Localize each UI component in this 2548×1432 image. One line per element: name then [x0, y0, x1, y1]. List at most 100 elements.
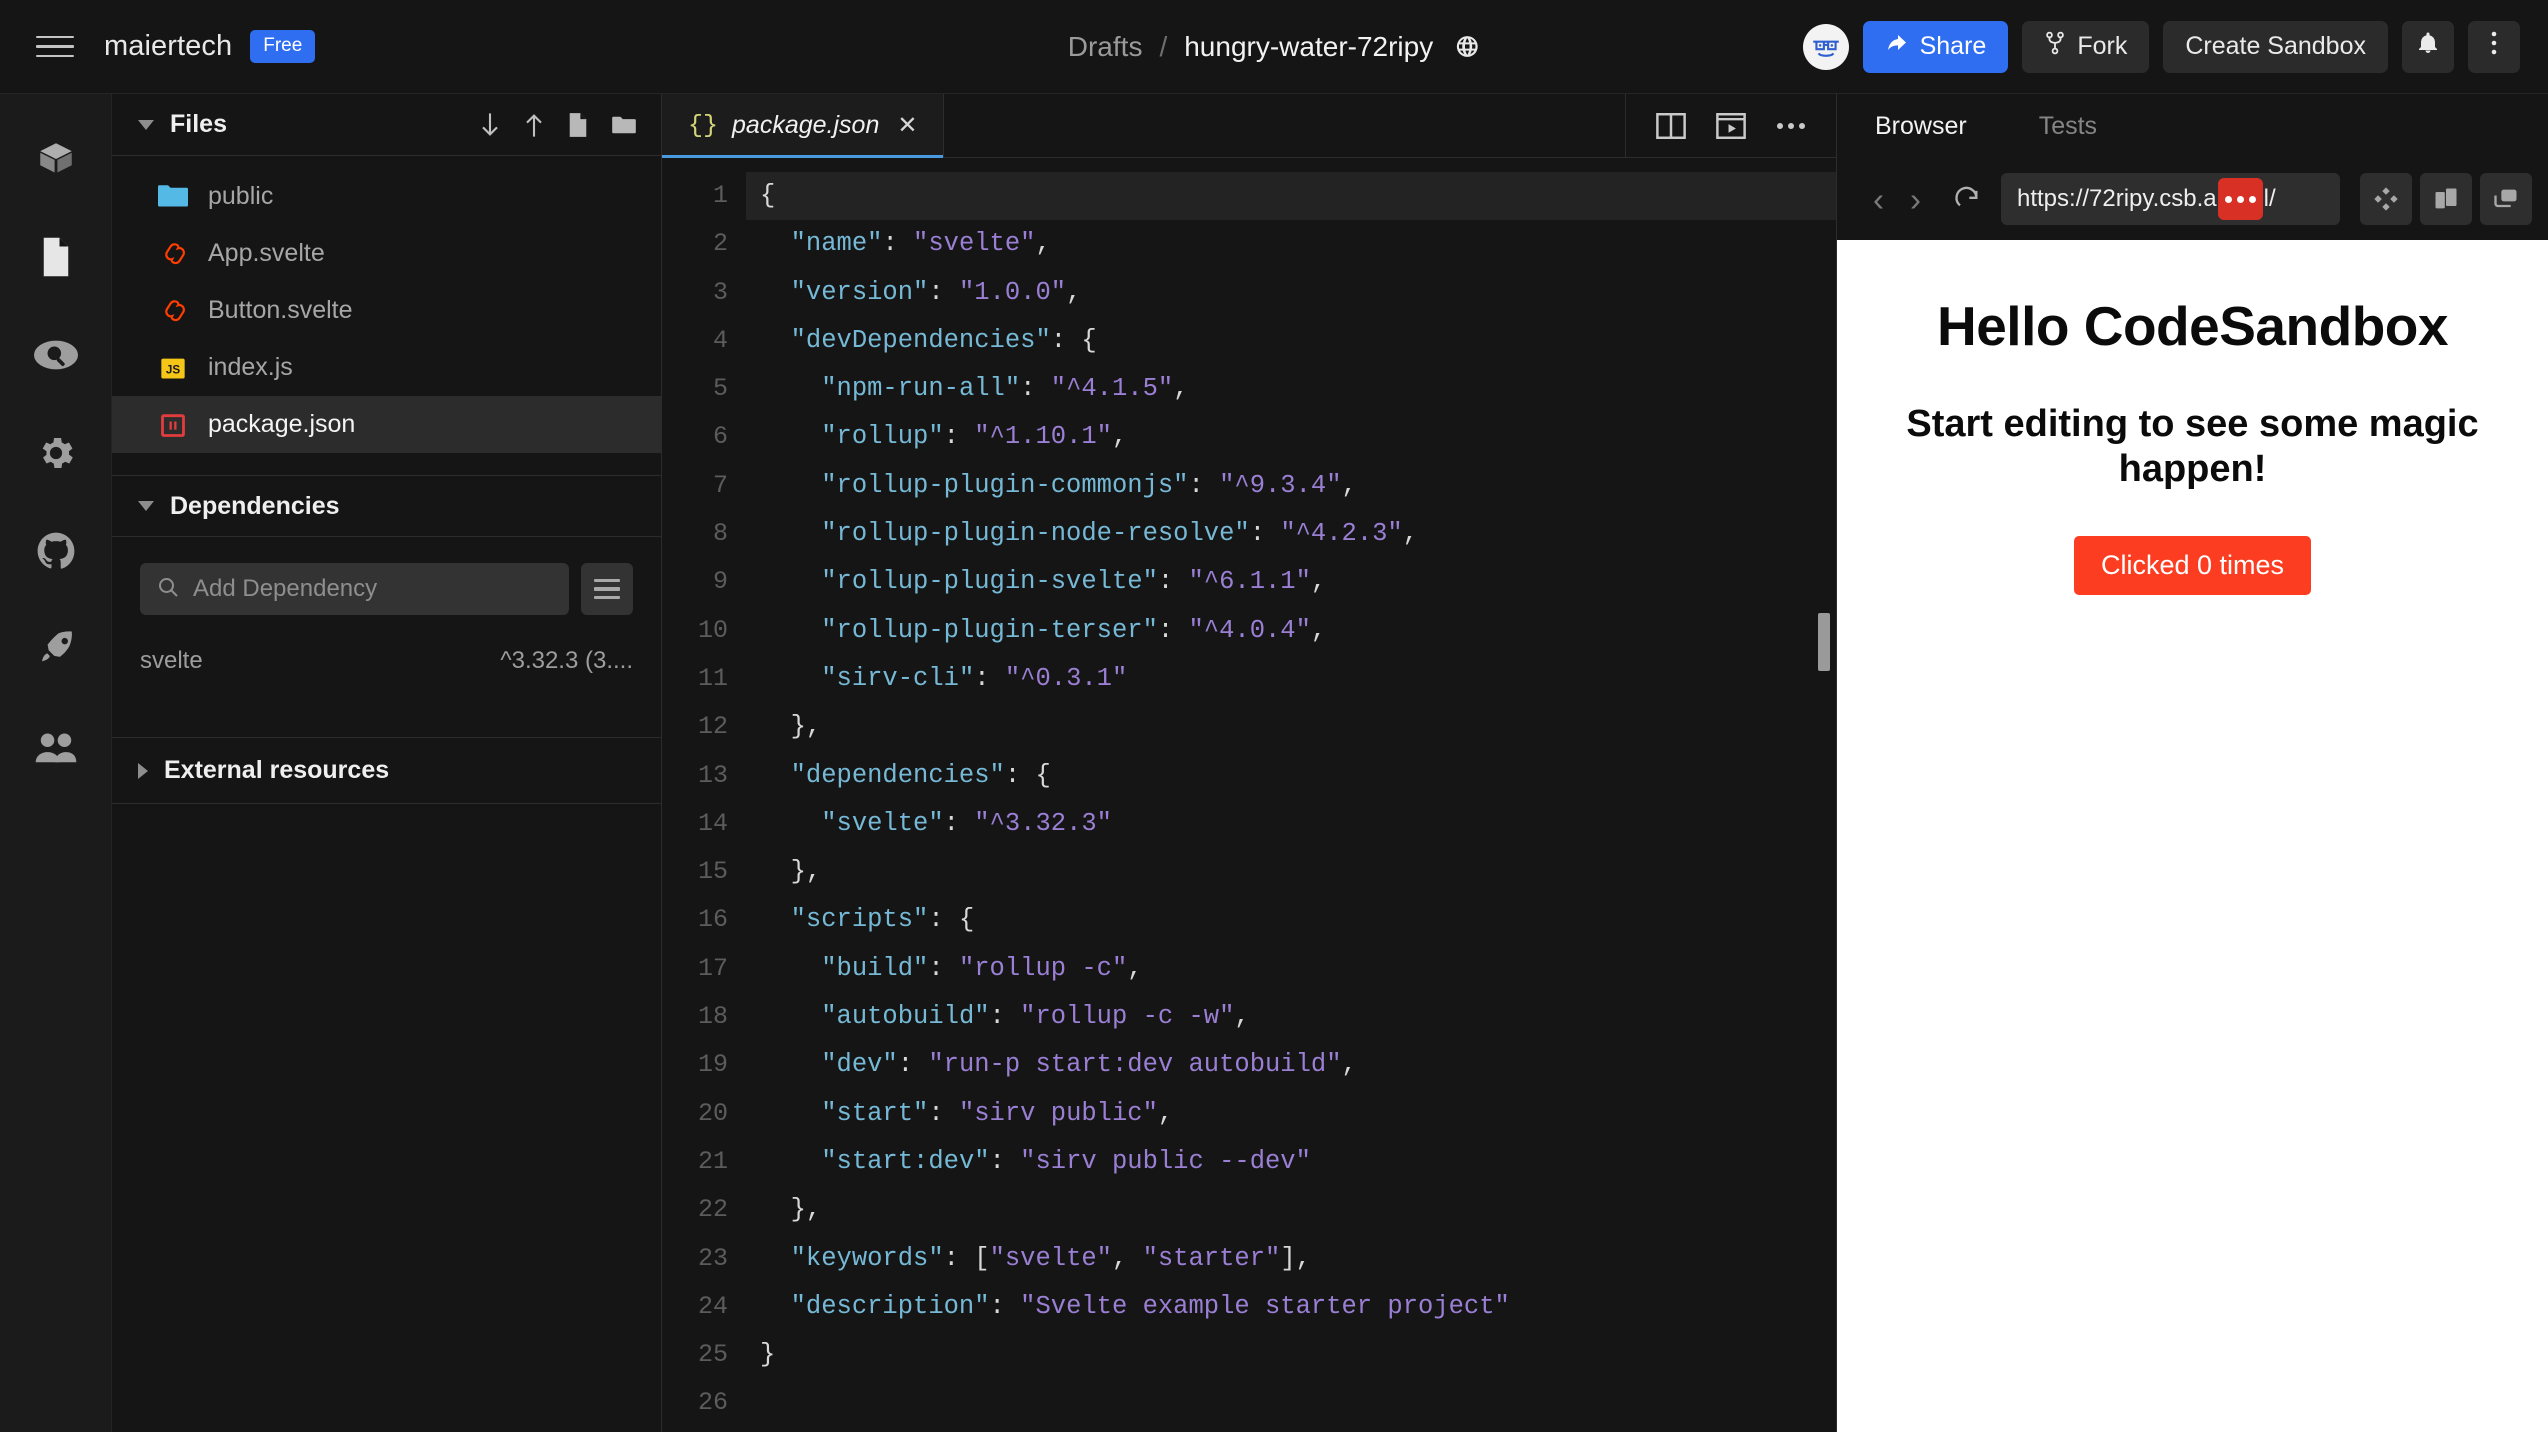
- tab-tests[interactable]: Tests: [2039, 112, 2097, 141]
- code-token-punc: :: [989, 1002, 1021, 1032]
- code-line[interactable]: },: [746, 703, 1836, 751]
- code-line[interactable]: "start:dev": "sirv public --dev": [746, 1138, 1836, 1186]
- arrow-up-icon[interactable]: [523, 111, 545, 139]
- add-dependency-field[interactable]: [140, 563, 569, 615]
- line-number: 4: [712, 325, 728, 355]
- code-line[interactable]: "npm-run-all": "^4.1.5",: [746, 365, 1836, 413]
- rail-item-explorer[interactable]: [33, 138, 79, 184]
- code-token-str: "run-p start:dev autobuild": [928, 1050, 1342, 1080]
- code-line[interactable]: [746, 1379, 1836, 1427]
- close-icon[interactable]: ✕: [897, 113, 917, 138]
- more-vertical-icon: [2490, 29, 2498, 64]
- dependency-item[interactable]: svelte ^3.32.3 (3....: [140, 647, 633, 703]
- code-line[interactable]: "devDependencies": {: [746, 317, 1836, 365]
- code-line[interactable]: "dependencies": {: [746, 752, 1836, 800]
- clicked-counter-button[interactable]: Clicked 0 times: [2073, 535, 2312, 595]
- new-window-icon[interactable]: [2420, 173, 2472, 225]
- code-line[interactable]: "description": "Svelte example starter p…: [746, 1283, 1836, 1331]
- code-line[interactable]: "rollup-plugin-terser": "^4.0.4",: [746, 607, 1836, 655]
- file-name: App.svelte: [208, 239, 325, 267]
- preview-iframe[interactable]: Hello CodeSandbox Start editing to see s…: [1837, 240, 2548, 1432]
- create-sandbox-button[interactable]: Create Sandbox: [2163, 20, 2388, 73]
- code-line[interactable]: {: [746, 172, 1836, 221]
- code-line[interactable]: },: [746, 1186, 1836, 1234]
- notifications-button[interactable]: [2402, 20, 2454, 73]
- code-line[interactable]: "build": "rollup -c",: [746, 945, 1836, 993]
- code-line[interactable]: "autobuild": "rollup -c -w",: [746, 993, 1836, 1041]
- team-name[interactable]: maiertech: [104, 30, 232, 63]
- code-line[interactable]: "svelte": "^3.32.3": [746, 800, 1836, 848]
- line-number: 16: [697, 905, 728, 935]
- rail-item-search[interactable]: [33, 334, 79, 380]
- code-line[interactable]: "rollup-plugin-node-resolve": "^4.2.3",: [746, 510, 1836, 558]
- fork-button[interactable]: Fork: [2022, 20, 2150, 73]
- file-row-app-svelte[interactable]: App.svelte: [112, 225, 661, 282]
- file-row-index-js[interactable]: JS index.js: [112, 339, 661, 396]
- code-token-punc: ,: [1035, 229, 1051, 259]
- more-options-button[interactable]: [2468, 20, 2520, 73]
- rail-item-settings[interactable]: [33, 432, 79, 478]
- rail-item-github[interactable]: [33, 530, 79, 576]
- rail-item-deploy[interactable]: [33, 628, 79, 674]
- line-number: 6: [712, 422, 728, 452]
- hamburger-icon[interactable]: [36, 32, 74, 62]
- code-token-str: "sirv public": [958, 1098, 1158, 1128]
- editor-scrollbar-thumb[interactable]: [1818, 613, 1830, 671]
- line-number: 21: [697, 1146, 728, 1176]
- share-button[interactable]: Share: [1862, 20, 2009, 73]
- code-line[interactable]: },: [746, 848, 1836, 896]
- tab-browser[interactable]: Browser: [1875, 112, 1967, 141]
- new-folder-icon[interactable]: [611, 114, 637, 136]
- copy-window-icon[interactable]: [2480, 173, 2532, 225]
- code-area[interactable]: 1 2 3 4 5 6 7 8 9 10 11 12 13 14 15 16 17 18 19 20 21 22 23 24 2…: [662, 158, 1836, 1432]
- chevron-left-icon[interactable]: ‹: [1865, 183, 1892, 216]
- code-line[interactable]: "version": "1.0.0",: [746, 269, 1836, 317]
- preview-heading: Hello CodeSandbox: [1937, 295, 2449, 357]
- preview-window-icon[interactable]: [1716, 112, 1746, 139]
- arrow-down-icon[interactable]: [479, 111, 501, 139]
- chevron-down-icon[interactable]: [138, 119, 154, 130]
- chevron-right-icon[interactable]: ›: [1902, 183, 1929, 216]
- chevron-down-icon[interactable]: [138, 501, 154, 511]
- sandbox-title[interactable]: hungry-water-72ripy: [1184, 31, 1433, 63]
- code-line[interactable]: "name": "svelte",: [746, 220, 1836, 268]
- code-line[interactable]: "rollup-plugin-commonjs": "^9.3.4",: [746, 462, 1836, 510]
- chevron-right-icon[interactable]: [138, 762, 148, 779]
- responsive-grid-icon[interactable]: [2360, 173, 2412, 225]
- add-dependency-input[interactable]: [193, 575, 553, 603]
- code-token-key: "sirv-cli": [821, 663, 975, 693]
- code-content[interactable]: { "name": "svelte", "version": "1.0.0", …: [746, 158, 1836, 1432]
- split-pane-icon[interactable]: [1656, 112, 1686, 139]
- file-icon: [37, 236, 75, 283]
- external-resources-panel-header[interactable]: External resources: [112, 738, 661, 804]
- reload-icon[interactable]: [1953, 185, 1981, 213]
- url-input[interactable]: https://72ripy.csb.a l/: [2001, 173, 2340, 225]
- code-line[interactable]: "rollup": "^1.10.1",: [746, 413, 1836, 461]
- more-horizontal-icon[interactable]: [1776, 121, 1806, 131]
- code-token-key: "description": [790, 1291, 990, 1321]
- breadcrumb-separator: /: [1159, 30, 1168, 62]
- file-row-button-svelte[interactable]: Button.svelte: [112, 282, 661, 339]
- dependencies-panel-header[interactable]: Dependencies: [112, 475, 661, 537]
- code-line[interactable]: "scripts": {: [746, 896, 1836, 944]
- code-line[interactable]: }: [746, 1331, 1836, 1379]
- dependency-menu-button[interactable]: [581, 563, 633, 615]
- breadcrumb-parent[interactable]: Drafts: [1068, 31, 1143, 63]
- code-line[interactable]: "dev": "run-p start:dev autobuild",: [746, 1041, 1836, 1089]
- code-line[interactable]: "sirv-cli": "^0.3.1": [746, 655, 1836, 703]
- search-icon: [156, 575, 180, 604]
- rail-item-live[interactable]: [33, 726, 79, 772]
- plan-badge: Free: [250, 30, 316, 63]
- svelte-icon: [158, 239, 188, 269]
- file-row-package-json[interactable]: package.json: [112, 396, 661, 453]
- code-line[interactable]: "keywords": ["svelte", "starter"],: [746, 1235, 1836, 1283]
- rail-item-files[interactable]: [33, 236, 79, 282]
- code-line[interactable]: "rollup-plugin-svelte": "^6.1.1",: [746, 558, 1836, 606]
- avatar[interactable]: [1802, 23, 1849, 70]
- tab-package-json[interactable]: {} package.json ✕: [662, 94, 945, 158]
- code-line[interactable]: "start": "sirv public",: [746, 1090, 1836, 1138]
- globe-icon[interactable]: [1455, 34, 1480, 59]
- file-row-public[interactable]: public: [112, 168, 661, 225]
- new-file-icon[interactable]: [567, 112, 589, 138]
- files-panel-header[interactable]: Files: [112, 94, 661, 156]
